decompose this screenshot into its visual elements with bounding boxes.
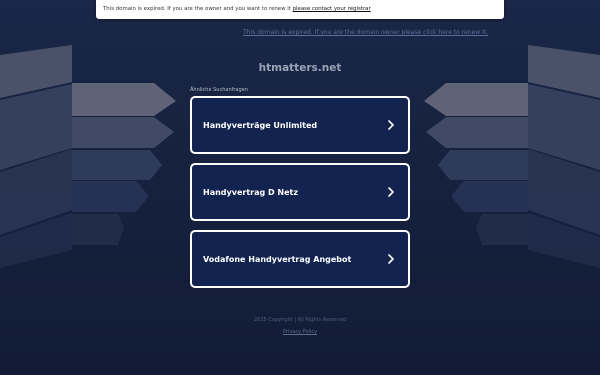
related-link-3[interactable]: Vodafone Handyvertrag Angebot [190, 230, 410, 288]
related-link-2[interactable]: Handyvertrag D Netz [190, 163, 410, 221]
renew-domain-link[interactable]: This domain is expired. If you are the d… [0, 29, 488, 36]
copyright-text: 2025 Copyright | All Rights Reserved [253, 317, 347, 323]
domain-title: htmatters.net [258, 62, 342, 74]
privacy-policy-link[interactable]: Privacy Policy [283, 329, 317, 335]
related-link-1[interactable]: Handyverträge Unlimited [190, 96, 410, 154]
parked-domain-page: This domain is expired. If you are the o… [0, 0, 600, 375]
chevron-right-icon [388, 254, 394, 264]
chevron-right-icon [388, 187, 394, 197]
related-searches-label: Ähnliche Suchanfragen [190, 87, 248, 93]
related-link-label: Handyverträge Unlimited [203, 120, 318, 130]
related-link-label: Handyvertrag D Netz [203, 187, 299, 197]
expired-notice-bar: This domain is expired. If you are the o… [96, 0, 504, 19]
chevron-right-icon [388, 120, 394, 130]
expired-notice-text: This domain is expired. If you are the o… [103, 6, 291, 12]
related-link-label: Vodafone Handyvertrag Angebot [203, 254, 352, 264]
contact-registrar-link[interactable]: please contact your registrar [293, 6, 371, 12]
